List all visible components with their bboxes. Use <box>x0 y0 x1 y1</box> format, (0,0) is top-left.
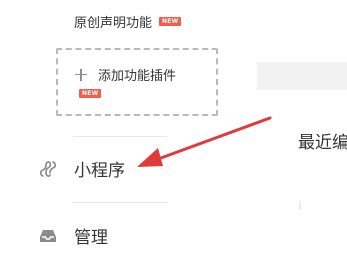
annotation-arrow <box>137 116 272 167</box>
